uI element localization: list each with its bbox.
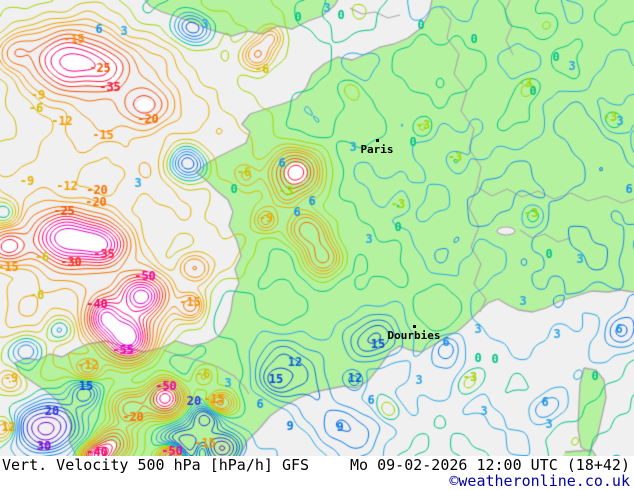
copyright-text: ©weatheronline.co.uk — [449, 472, 630, 490]
city-label-dourbies: Dourbies — [387, 329, 441, 342]
weather-chart-frame: Paris Dourbies Vert. Velocity 500 hPa [h… — [0, 0, 634, 490]
contour-map-canvas — [0, 0, 634, 456]
city-marker-dourbies — [413, 325, 416, 328]
city-marker-paris — [376, 139, 379, 142]
product-title: Vert. Velocity 500 hPa [hPa/h] GFS — [2, 456, 310, 474]
status-bar: Vert. Velocity 500 hPa [hPa/h] GFS Mo 09-… — [0, 456, 634, 490]
map-area: Paris Dourbies — [0, 0, 634, 456]
city-label-paris: Paris — [360, 143, 394, 156]
run-datetime: Mo 09-02-2026 12:00 UTC (18+42) — [350, 456, 630, 474]
